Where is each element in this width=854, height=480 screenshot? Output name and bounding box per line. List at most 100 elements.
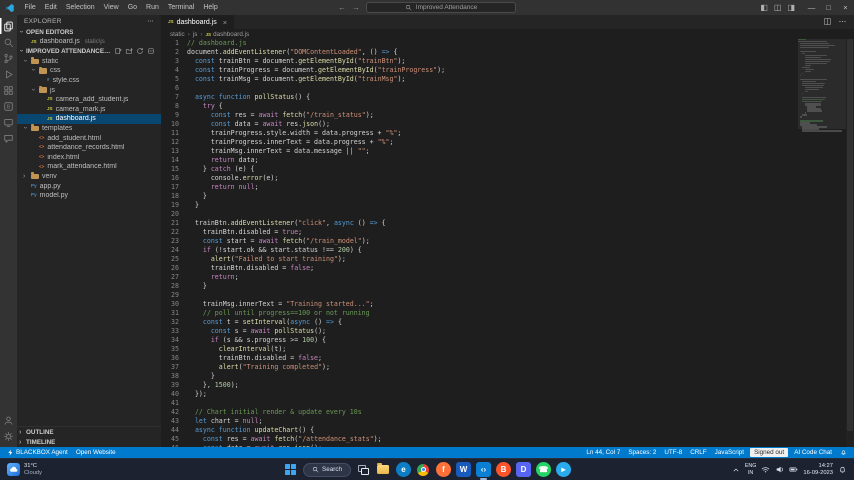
tree-item-model.py[interactable]: Pymodel.py	[17, 191, 161, 201]
navigate-back-icon[interactable]: ←	[338, 3, 346, 12]
line-number: 18	[161, 192, 187, 201]
status-cursor-position[interactable]: Ln 44, Col 7	[582, 447, 624, 458]
more-actions-icon[interactable]: ⋯	[147, 17, 154, 25]
language-indicator[interactable]: ENGIN	[745, 463, 756, 475]
activitybar-remote-explorer[interactable]	[0, 114, 17, 130]
close-tab-icon[interactable]: ×	[223, 18, 227, 27]
breadcrumb-item-js[interactable]: js	[193, 31, 198, 38]
file-label: add_student.html	[47, 135, 101, 142]
tree-item-app.py[interactable]: Pyapp.py	[17, 181, 161, 191]
toggle-panel-left-icon[interactable]: ◧	[760, 4, 768, 12]
taskbar-search[interactable]: Search	[303, 463, 351, 477]
tray-notifications[interactable]	[838, 461, 847, 479]
window-minimize-button[interactable]: —	[803, 0, 820, 15]
menu-edit[interactable]: Edit	[40, 0, 61, 15]
status-ai-code-chat[interactable]: AI Code Chat	[790, 447, 836, 458]
status-signed-out[interactable]: Signed out	[750, 448, 788, 457]
tab-dashboard.js[interactable]: JSdashboard.js×	[161, 15, 234, 29]
status-indentation[interactable]: Spaces: 2	[624, 447, 660, 458]
tray-battery[interactable]	[789, 461, 798, 479]
activitybar-source-control[interactable]	[0, 50, 17, 66]
tree-item-js[interactable]: ›js	[17, 85, 161, 95]
taskbar-app-vscode[interactable]: ‹›	[476, 462, 491, 477]
activitybar-run-and-debug[interactable]	[0, 66, 17, 82]
project-header[interactable]: › IMPROVED ATTENDANCE SYSTEM	[17, 47, 161, 57]
toggle-panel-bottom-icon[interactable]: ◫	[774, 4, 782, 12]
js-file-icon: JS	[47, 97, 53, 102]
refresh-button[interactable]	[136, 47, 144, 57]
file-label: static	[42, 58, 58, 65]
scrollbar-thumb[interactable]	[847, 39, 853, 431]
section-outline[interactable]: ›OUTLINE	[17, 427, 161, 437]
menu-selection[interactable]: Selection	[61, 0, 99, 15]
code-editor[interactable]: 1// dashboard.js2document.addEventListen…	[161, 39, 854, 447]
window-maximize-button[interactable]: □	[820, 0, 837, 15]
tree-item-style.css[interactable]: #style.css	[17, 76, 161, 86]
tree-item-camera_add_student.js[interactable]: JScamera_add_student.js	[17, 95, 161, 105]
command-center-search[interactable]: Improved Attendance	[366, 2, 516, 13]
minimap[interactable]	[798, 39, 846, 447]
activitybar-search[interactable]	[0, 34, 17, 50]
taskbar-app-telegram[interactable]: ▸	[556, 462, 571, 477]
tray-wifi[interactable]	[761, 461, 770, 479]
taskbar-app-task-view[interactable]	[356, 462, 371, 477]
status-language-mode[interactable]: JavaScript	[711, 447, 748, 458]
start-button[interactable]	[283, 462, 298, 477]
tray-chevron-up-icon[interactable]	[732, 461, 740, 479]
breadcrumb-item-static[interactable]: static	[170, 31, 185, 38]
section-timeline[interactable]: ›TIMELINE	[17, 437, 161, 447]
activitybar-blackbox-ai[interactable]: B	[0, 98, 17, 114]
tree-item-add_student.html[interactable]: <>add_student.html	[17, 133, 161, 143]
status-encoding[interactable]: UTF-8	[660, 447, 686, 458]
window-close-button[interactable]: ×	[837, 0, 854, 15]
activitybar-explorer[interactable]	[0, 18, 17, 34]
tray-volume[interactable]	[775, 461, 784, 479]
menu-terminal[interactable]: Terminal	[163, 0, 198, 15]
line-number: 15	[161, 165, 187, 174]
taskbar-app-whatsapp[interactable]: ☎	[536, 462, 551, 477]
activitybar-extensions[interactable]	[0, 82, 17, 98]
activitybar-manage[interactable]	[0, 428, 17, 444]
status-open-website[interactable]: Open Website	[72, 447, 120, 458]
new-folder-button[interactable]	[125, 47, 133, 57]
toggle-panel-right-icon[interactable]: ◨	[787, 4, 795, 12]
menu-run[interactable]: Run	[142, 0, 164, 15]
tray-clock[interactable]: 14:2716-09-2023	[803, 463, 833, 477]
tree-item-index.html[interactable]: <>index.html	[17, 153, 161, 163]
tree-item-css[interactable]: ›css	[17, 66, 161, 76]
breadcrumb-item-dashboard.js[interactable]: JSdashboard.js	[205, 31, 249, 38]
taskbar-apps: Search e fW ‹› BD ☎ ▸	[283, 459, 571, 480]
editor-scrollbar[interactable]	[846, 39, 854, 447]
tree-item-camera_mark.js[interactable]: JScamera_mark.js	[17, 105, 161, 115]
menu-view[interactable]: View	[99, 0, 123, 15]
status-blackbox-agent[interactable]: BLACKBOX Agent	[3, 447, 72, 458]
menu-file[interactable]: File	[20, 0, 40, 15]
menu-help[interactable]: Help	[199, 0, 222, 15]
taskbar-app-brave[interactable]: B	[496, 462, 511, 477]
taskbar-app-microsoft-edge[interactable]: e	[396, 462, 411, 477]
open-editor-dashboard.js[interactable]: JSdashboard.jsstatic\js	[17, 37, 161, 47]
tree-item-dashboard.js[interactable]: JSdashboard.js	[17, 114, 161, 124]
tree-item-attendance_records.html[interactable]: <>attendance_records.html	[17, 143, 161, 153]
navigate-forward-icon[interactable]: →	[352, 3, 360, 12]
status-notifications[interactable]	[836, 447, 851, 458]
tree-item-venv[interactable]: ›venv	[17, 172, 161, 182]
weather-widget[interactable]: 31°C Cloudy	[7, 463, 42, 476]
taskbar-app-firefox[interactable]: f	[436, 462, 451, 477]
code-text: const start = await fetch("/train_model"…	[187, 237, 370, 246]
tree-item-static[interactable]: ›static	[17, 57, 161, 67]
tree-item-mark_attendance.html[interactable]: <>mark_attendance.html	[17, 162, 161, 172]
search-icon	[405, 4, 412, 11]
activitybar-chat[interactable]	[0, 130, 17, 146]
collapse-all-button[interactable]	[147, 47, 155, 57]
open-editors-header[interactable]: › OPEN EDITORS	[17, 27, 161, 37]
activitybar-accounts[interactable]	[0, 412, 17, 428]
new-file-button[interactable]	[114, 47, 122, 57]
taskbar-app-discord[interactable]: D	[516, 462, 531, 477]
tree-item-templates[interactable]: ›templates	[17, 124, 161, 134]
taskbar-app-google-chrome[interactable]	[416, 462, 431, 477]
taskbar-app-file-explorer[interactable]	[376, 462, 391, 477]
taskbar-app-word[interactable]: W	[456, 462, 471, 477]
menu-go[interactable]: Go	[123, 0, 141, 15]
status-end-of-line[interactable]: CRLF	[686, 447, 710, 458]
